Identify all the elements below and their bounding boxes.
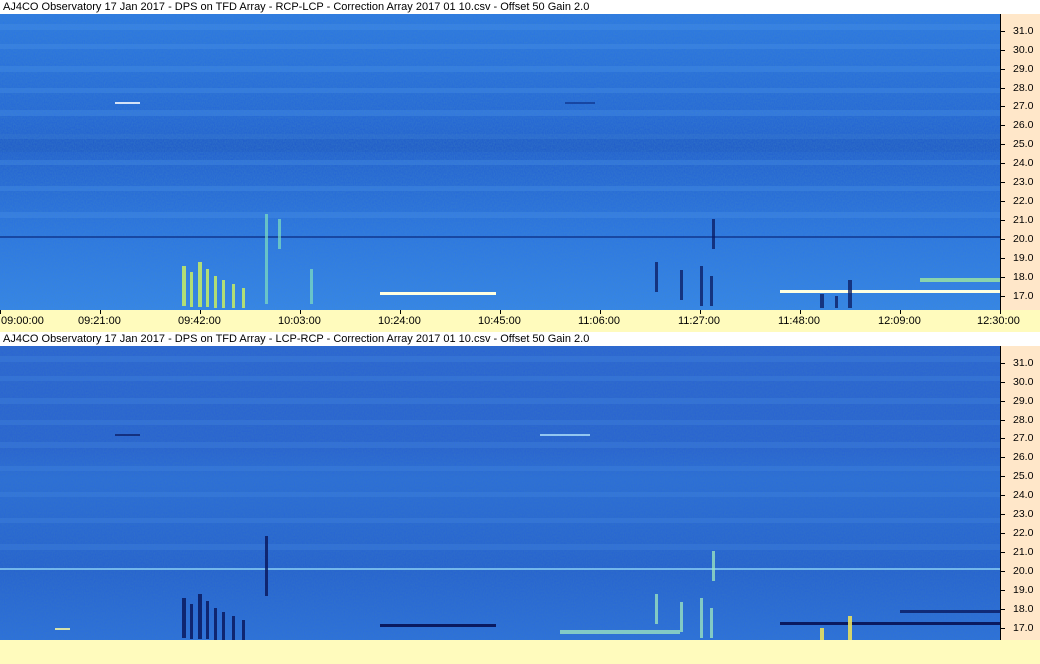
time-label: 11:27:00: [678, 315, 721, 327]
top-spectrogram-image: [0, 14, 1000, 310]
freq-label: 29.0: [1013, 395, 1034, 407]
time-label: 11:48:00: [778, 315, 821, 327]
freq-label: 31.0: [1013, 25, 1034, 37]
freq-label: 24.0: [1013, 489, 1034, 501]
freq-label: 19.0: [1013, 584, 1034, 596]
time-label: 10:45:00: [478, 315, 521, 327]
freq-label: 27.0: [1013, 100, 1034, 112]
top-panel-title: AJ4CO Observatory 17 Jan 2017 - DPS on T…: [0, 0, 1040, 14]
time-label: 12:30:00: [977, 315, 1020, 327]
freq-label: 27.0: [1013, 432, 1034, 444]
time-label: 09:00:00: [1, 315, 44, 327]
freq-label: 29.0: [1013, 63, 1034, 75]
freq-label: 26.0: [1013, 451, 1034, 463]
freq-label: 26.0: [1013, 119, 1034, 131]
time-label: 10:24:00: [378, 315, 421, 327]
freq-label: 23.0: [1013, 176, 1034, 188]
freq-label: 24.0: [1013, 157, 1034, 169]
freq-label: 31.0: [1013, 357, 1034, 369]
freq-label: 22.0: [1013, 527, 1034, 539]
freq-label: 21.0: [1013, 214, 1034, 226]
freq-label: 19.0: [1013, 252, 1034, 264]
freq-label: 25.0: [1013, 138, 1034, 150]
top-frequency-axis: 31.0 30.0 29.0 28.0 27.0 26.0 25.0 24.0 …: [1000, 14, 1040, 310]
top-spectrogram[interactable]: [0, 14, 1000, 310]
freq-label: 23.0: [1013, 508, 1034, 520]
time-label: 09:42:00: [178, 315, 221, 327]
freq-label: 21.0: [1013, 546, 1034, 558]
bottom-frequency-axis: 31.0 30.0 29.0 28.0 27.0 26.0 25.0 24.0 …: [1000, 346, 1040, 640]
freq-label: 30.0: [1013, 44, 1034, 56]
time-label: 11:06:00: [578, 315, 621, 327]
bottom-spectrogram[interactable]: [0, 346, 1000, 640]
time-label: 10:03:00: [278, 315, 321, 327]
bottom-panel-title: AJ4CO Observatory 17 Jan 2017 - DPS on T…: [0, 332, 1040, 346]
freq-label: 17.0: [1013, 622, 1034, 634]
freq-label: 28.0: [1013, 82, 1034, 94]
freq-label: 20.0: [1013, 233, 1034, 245]
freq-label: 28.0: [1013, 414, 1034, 426]
bottom-spectrogram-image: [0, 346, 1000, 640]
time-label: 09:21:00: [78, 315, 121, 327]
freq-label: 25.0: [1013, 470, 1034, 482]
bottom-time-bar: [0, 640, 1040, 664]
freq-label: 18.0: [1013, 271, 1034, 283]
freq-label: 18.0: [1013, 603, 1034, 615]
freq-label: 17.0: [1013, 290, 1034, 302]
freq-label: 30.0: [1013, 376, 1034, 388]
freq-label: 22.0: [1013, 195, 1034, 207]
freq-label: 20.0: [1013, 565, 1034, 577]
time-axis: 09:00:00 09:21:00 09:42:00 10:03:00 10:2…: [0, 310, 1040, 332]
time-label: 12:09:00: [878, 315, 921, 327]
